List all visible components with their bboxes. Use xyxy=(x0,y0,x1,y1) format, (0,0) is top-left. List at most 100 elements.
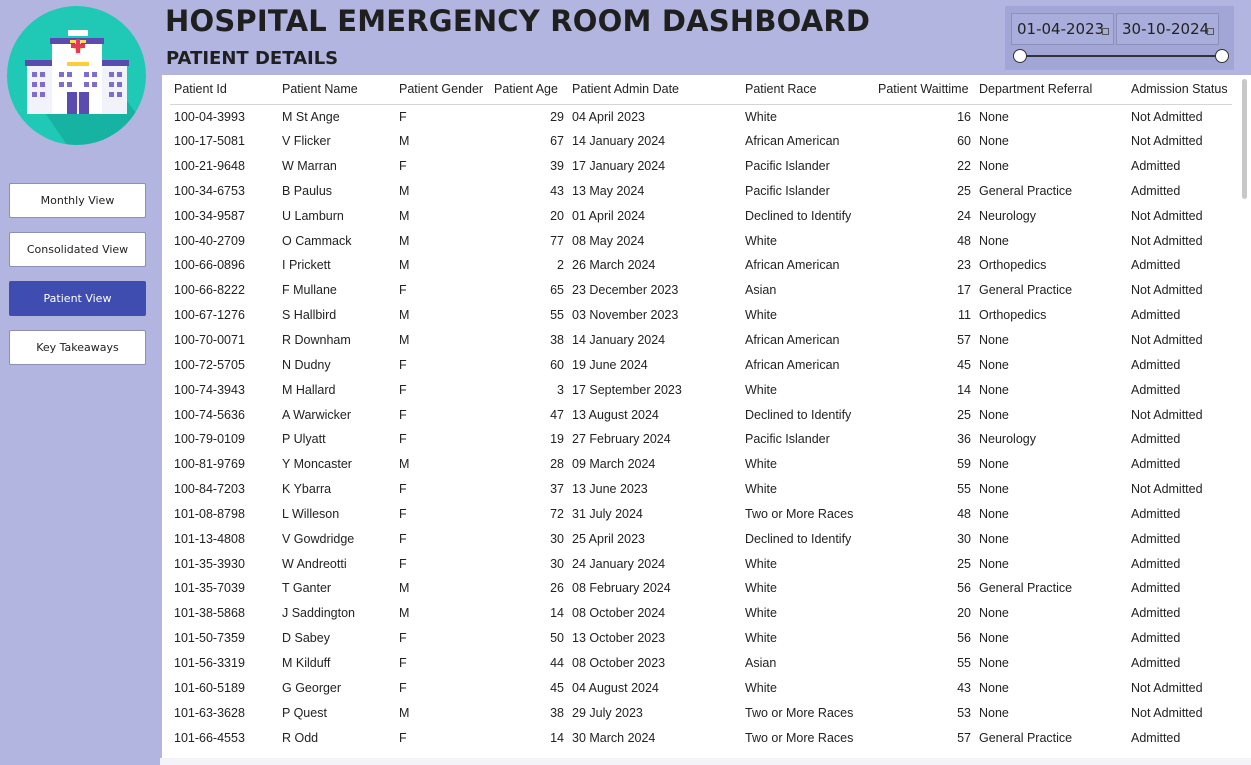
vertical-scrollbar[interactable] xyxy=(1242,79,1247,199)
table-row[interactable]: 100-74-5636 A Warwicker F 47 13 August 2024 D… xyxy=(170,402,1232,427)
department-referral-cell: Orthopedics xyxy=(979,308,1047,323)
patient-name-cell: W Andreotti xyxy=(282,556,347,571)
department-referral-cell: None xyxy=(979,606,1009,621)
column-header-patient-name[interactable]: Patient Name xyxy=(278,75,395,105)
table-row[interactable]: 101-56-3319 M Kilduff F 44 08 October 2023 As… xyxy=(170,651,1232,676)
date-range-slicer: 01-04-2023 30-10-2024 xyxy=(1005,6,1234,70)
patient-gender-cell: F xyxy=(399,283,407,298)
patient-age-cell: 30 xyxy=(550,556,564,571)
department-referral-cell: Orthopedics xyxy=(979,258,1047,273)
patient-gender-cell: F xyxy=(399,730,407,745)
table-row[interactable]: 100-04-3993 M St Ange F 29 04 April 2023 Whit… xyxy=(170,104,1232,129)
department-referral-cell: General Practice xyxy=(979,283,1073,298)
table-row[interactable]: 100-84-7203 K Ybarra F 37 13 June 2023 White 5… xyxy=(170,477,1232,502)
consolidated-view-button[interactable]: Consolidated View xyxy=(9,232,146,267)
patient-id-cell: 100-74-3943 xyxy=(174,382,245,397)
patient-race-cell: Declined to Identify xyxy=(745,531,852,546)
key-takeaways-button[interactable]: Key Takeaways xyxy=(9,330,146,365)
patient-age-cell: 72 xyxy=(550,506,564,521)
patient-race-cell: White xyxy=(745,308,777,323)
column-header-admission-status[interactable]: Admission Status xyxy=(1127,75,1232,105)
table-row[interactable]: 100-81-9769 Y Moncaster M 28 09 March 2024 Wh… xyxy=(170,452,1232,477)
patient-admin-date-cell: 29 July 2023 xyxy=(572,705,643,720)
column-header-patient-race[interactable]: Patient Race xyxy=(741,75,874,105)
patient-gender-cell: F xyxy=(399,109,407,124)
table-row[interactable]: 101-35-7039 T Ganter M 26 08 February 2024 Wh… xyxy=(170,576,1232,601)
patient-name-cell: N Dudny xyxy=(282,357,331,372)
table-row[interactable]: 100-72-5705 N Dudny F 60 19 June 2024 African… xyxy=(170,352,1232,377)
patient-id-cell: 100-70-0071 xyxy=(174,333,245,348)
table-row[interactable]: 101-66-4553 R Odd F 14 30 March 2024 Two or M… xyxy=(170,725,1232,750)
table-row[interactable]: 100-34-9587 U Lamburn M 20 01 April 2024 Decl… xyxy=(170,203,1232,228)
column-header-patient-waittime[interactable]: Patient Waittime xyxy=(874,75,975,105)
table-row[interactable]: 100-66-0896 I Prickett M 2 26 March 2024 Afri… xyxy=(170,253,1232,278)
patient-waittime-cell: 17 xyxy=(957,283,971,298)
patient-waittime-cell: 56 xyxy=(957,581,971,596)
table-row[interactable]: 100-74-3943 M Hallard F 3 17 September 2023 W… xyxy=(170,377,1232,402)
patient-race-cell: African American xyxy=(745,333,840,348)
table-row[interactable]: 101-13-4808 V Gowdridge F 30 25 April 2023 De… xyxy=(170,526,1232,551)
patient-gender-cell: F xyxy=(399,631,407,646)
patient-admin-date-cell: 01 April 2024 xyxy=(572,208,645,223)
date-slider-track[interactable] xyxy=(1019,55,1223,57)
patient-name-cell: V Flicker xyxy=(282,134,331,149)
table-row[interactable]: 101-50-7359 D Sabey F 50 13 October 2023 Whit… xyxy=(170,626,1232,651)
column-header-patient-gender[interactable]: Patient Gender xyxy=(395,75,490,105)
table-row[interactable]: 100-17-5081 V Flicker M 67 14 January 2024 Af… xyxy=(170,129,1232,154)
patient-view-button[interactable]: Patient View xyxy=(9,281,146,316)
patient-race-cell: Pacific Islander xyxy=(745,183,830,198)
patient-admin-date-cell: 14 January 2024 xyxy=(572,333,666,348)
table-row[interactable]: 100-66-8222 F Mullane F 65 23 December 2023 A… xyxy=(170,278,1232,303)
department-referral-cell: None xyxy=(979,382,1009,397)
patient-name-cell: M St Ange xyxy=(282,109,340,124)
column-header-patient-age[interactable]: Patient Age xyxy=(490,75,568,105)
patient-race-cell: Two or More Races xyxy=(745,705,854,720)
patient-admin-date-cell: 08 October 2024 xyxy=(572,606,666,621)
admission-status-cell: Admitted xyxy=(1131,581,1181,596)
department-referral-cell: None xyxy=(979,506,1009,521)
patient-id-cell: 101-50-7359 xyxy=(174,631,245,646)
admission-status-cell: Admitted xyxy=(1131,308,1181,323)
table-row[interactable]: 101-08-8798 L Willeson F 72 31 July 2024 Two … xyxy=(170,502,1232,527)
monthly-view-button[interactable]: Monthly View xyxy=(9,183,146,218)
patient-waittime-cell: 25 xyxy=(957,407,971,422)
table-row[interactable]: 101-38-5868 J Saddington M 14 08 October 202… xyxy=(170,601,1232,626)
patient-age-cell: 26 xyxy=(550,581,564,596)
patient-name-cell: G Georger xyxy=(282,680,342,695)
start-date-input[interactable]: 01-04-2023 xyxy=(1011,13,1114,45)
patient-gender-cell: M xyxy=(399,705,410,720)
admission-status-cell: Admitted xyxy=(1131,631,1181,646)
table-row[interactable]: 101-63-3628 P Quest M 38 29 July 2023 Two or … xyxy=(170,700,1232,725)
table-row[interactable]: 101-35-3930 W Andreotti F 30 24 January 2024… xyxy=(170,551,1232,576)
end-date-input[interactable]: 30-10-2024 xyxy=(1116,13,1219,45)
admission-status-cell: Not Admitted xyxy=(1131,705,1203,720)
table-row[interactable]: 100-70-0071 R Downham M 38 14 January 2024 Af… xyxy=(170,328,1232,353)
admission-status-cell: Not Admitted xyxy=(1131,283,1203,298)
column-header-patient-admin-date[interactable]: Patient Admin Date xyxy=(568,75,741,105)
table-row[interactable]: 100-67-1276 S Hallbird M 55 03 November 2023… xyxy=(170,303,1232,328)
table-row[interactable]: 100-21-9648 W Marran F 39 17 January 2024 Pac… xyxy=(170,154,1232,179)
patient-age-cell: 45 xyxy=(550,680,564,695)
patient-name-cell: M Kilduff xyxy=(282,655,331,670)
calendar-icon[interactable] xyxy=(1102,28,1109,35)
end-slider-handle[interactable] xyxy=(1215,49,1229,63)
table-row[interactable]: 101-60-5189 G Georger F 45 04 August 2024 Whi… xyxy=(170,675,1232,700)
column-header-patient-id[interactable]: Patient Id xyxy=(170,75,278,105)
patient-waittime-cell: 11 xyxy=(958,308,971,323)
patient-age-cell: 50 xyxy=(550,631,564,646)
table-row[interactable]: 100-79-0109 P Ulyatt F 19 27 February 2024 Pa… xyxy=(170,427,1232,452)
column-header-department-referral[interactable]: Department Referral xyxy=(975,75,1127,105)
patient-age-cell: 38 xyxy=(550,705,564,720)
admission-status-cell: Admitted xyxy=(1131,159,1181,174)
calendar-icon[interactable] xyxy=(1207,28,1214,35)
admission-status-cell: Not Admitted xyxy=(1131,680,1203,695)
table-row[interactable]: 100-40-2709 O Cammack M 77 08 May 2024 White 4… xyxy=(170,228,1232,253)
patient-gender-cell: F xyxy=(399,407,407,422)
patient-age-cell: 38 xyxy=(550,333,564,348)
patient-id-cell: 100-34-9587 xyxy=(174,208,245,223)
patient-age-cell: 67 xyxy=(550,134,564,149)
patient-name-cell: J Saddington xyxy=(282,606,355,621)
patient-id-cell: 100-17-5081 xyxy=(174,134,245,149)
table-row[interactable]: 100-34-6753 B Paulus M 43 13 May 2024 Pacific… xyxy=(170,179,1232,204)
start-slider-handle[interactable] xyxy=(1013,49,1027,63)
